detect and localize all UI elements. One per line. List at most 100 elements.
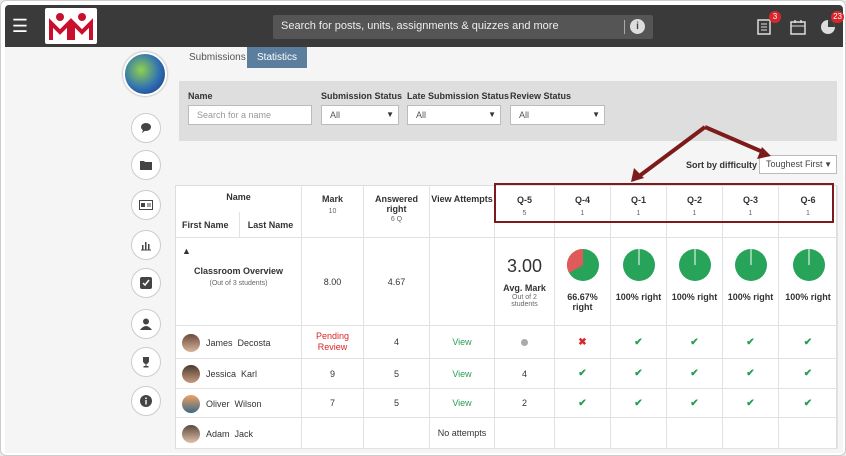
q5-score: 2 <box>521 398 527 408</box>
last-name: Decosta <box>237 337 271 348</box>
app-window: ☰ Search for posts, units, assignments &… <box>0 0 846 456</box>
question-result-cell: ✔ <box>611 326 667 359</box>
sort-value: Toughest First <box>766 159 823 169</box>
top-navbar: ☰ Search for posts, units, assignments &… <box>5 5 844 47</box>
q5-cell: 4 <box>495 359 555 389</box>
question-result-cell <box>555 418 611 449</box>
calendar-icon[interactable] <box>790 19 806 35</box>
chat-icon[interactable] <box>131 113 161 143</box>
tab-submissions[interactable]: Submissions <box>179 47 256 68</box>
student-answered-cell: 5 <box>364 389 430 418</box>
question-result-cell <box>779 418 838 449</box>
check-icon: ✔ <box>746 368 755 379</box>
folder-icon[interactable] <box>131 150 161 180</box>
question-stat-cell: 100% right <box>611 238 667 326</box>
student-name-cell[interactable]: Adam Jack <box>176 418 302 449</box>
student-mark-cell: 9 <box>302 359 364 389</box>
first-name: Adam <box>206 428 230 439</box>
student-mark: 7 <box>329 398 335 408</box>
avg-mark-value: 3.00 <box>506 256 543 276</box>
check-icon: ✔ <box>803 397 813 409</box>
notes-badge: 3 <box>769 11 781 23</box>
question-result-cell: ✔ <box>611 389 667 418</box>
global-search-input[interactable]: Search for posts, units, assignments & q… <box>273 15 653 39</box>
question-stat-cell: 100% right <box>779 238 838 326</box>
overview-avg-cell: 3.00 Avg. Mark Out of 2 students <box>495 238 555 326</box>
answered-header: Answered right 6 Q <box>364 186 430 238</box>
course-avatar[interactable] <box>123 52 167 96</box>
submission-status-value: All <box>330 110 341 120</box>
q5-score: 4 <box>521 368 527 379</box>
check-icon: ✔ <box>746 336 755 348</box>
check-icon: ✔ <box>746 397 755 409</box>
student-mark-cell: Pending Review <box>302 326 364 359</box>
question-stat-cell: 100% right <box>667 238 723 326</box>
name-search-input[interactable]: Search for a name <box>188 105 312 125</box>
app-logo[interactable] <box>45 8 97 44</box>
question-result-cell: ✔ <box>779 326 838 359</box>
last-name: Wilson <box>234 398 262 409</box>
bar-chart-icon[interactable] <box>131 230 161 260</box>
notes-icon[interactable]: 3 <box>757 11 781 35</box>
student-mark[interactable]: Pending Review <box>302 331 363 353</box>
chevron-down-icon: ▼ <box>824 160 832 169</box>
view-attempts-header: View Attempts <box>430 186 495 238</box>
info-circle-icon[interactable] <box>131 386 161 416</box>
view-attempts-cell: View <box>430 359 495 389</box>
late-submission-select[interactable]: All ▼ <box>407 105 501 125</box>
question-result-cell: ✔ <box>555 389 611 418</box>
student-name: Adam Jack <box>206 429 253 439</box>
student-name: James Decosta <box>206 338 271 348</box>
review-status-value: All <box>519 110 530 120</box>
question-result-cell: ✔ <box>723 326 779 359</box>
student-answered: 5 <box>393 398 399 408</box>
first-name-sort-header[interactable]: First Name ▲ <box>176 212 240 256</box>
overview-title-cell: Classroom Overview (Out of 3 students) <box>176 238 302 326</box>
name-filter-label: Name <box>188 91 213 101</box>
cross-icon: ✖ <box>578 336 587 348</box>
trophy-icon[interactable] <box>131 347 161 377</box>
check-icon: ✔ <box>690 336 699 348</box>
student-answered-cell <box>364 418 430 449</box>
hamburger-menu-icon[interactable]: ☰ <box>9 15 31 37</box>
checkbox-icon[interactable] <box>131 268 161 298</box>
question-headers-highlight <box>494 183 834 223</box>
student-mark: 9 <box>329 368 335 379</box>
view-attempts-link[interactable]: View <box>452 337 471 347</box>
last-name-header[interactable]: Last Name <box>240 212 302 238</box>
last-name: Karl <box>241 369 258 379</box>
student-mark-cell: 7 <box>302 389 364 418</box>
question-result-cell: ✖ <box>555 326 611 359</box>
check-icon: ✔ <box>634 397 643 409</box>
check-icon: ✔ <box>578 397 587 409</box>
chevron-down-icon: ▼ <box>488 110 496 119</box>
name-header: Name <box>176 186 302 212</box>
question-stat-text: 100% right <box>671 292 718 302</box>
late-submission-value: All <box>416 110 427 120</box>
student-name-cell[interactable]: James Decosta <box>176 326 302 359</box>
user-icon[interactable] <box>131 309 161 339</box>
review-status-select[interactable]: All ▼ <box>510 105 605 125</box>
answered-header-sub: 6 Q <box>390 216 403 223</box>
tab-statistics[interactable]: Statistics <box>247 47 308 68</box>
submission-status-select[interactable]: All ▼ <box>321 105 399 125</box>
student-name-cell[interactable]: Jessica Karl <box>176 359 302 389</box>
student-avatar <box>182 365 200 383</box>
question-stat-text: 66.67% right <box>567 292 598 312</box>
id-card-icon[interactable] <box>131 190 161 220</box>
statistics-table: Name First Name ▲ Last Name Mark 10 Answe… <box>175 185 838 449</box>
overview-sub: (Out of 3 students) <box>209 280 268 287</box>
notifications-icon[interactable]: 23 <box>820 11 844 35</box>
q5-cell: 2 <box>495 389 555 418</box>
question-result-cell: ✔ <box>555 359 611 389</box>
question-result-cell: ✔ <box>667 326 723 359</box>
check-icon: ✔ <box>803 336 813 348</box>
info-icon[interactable]: i <box>630 19 645 34</box>
sort-select[interactable]: Toughest First ▼ <box>759 155 837 174</box>
answered-header-label: Answered right <box>374 194 418 214</box>
view-attempts-link[interactable]: View <box>452 398 471 408</box>
view-attempts-link[interactable]: View <box>452 369 471 379</box>
first-name: Oliver <box>206 398 230 409</box>
last-name: Jack <box>234 428 254 439</box>
student-name-cell[interactable]: Oliver Wilson <box>176 389 302 418</box>
